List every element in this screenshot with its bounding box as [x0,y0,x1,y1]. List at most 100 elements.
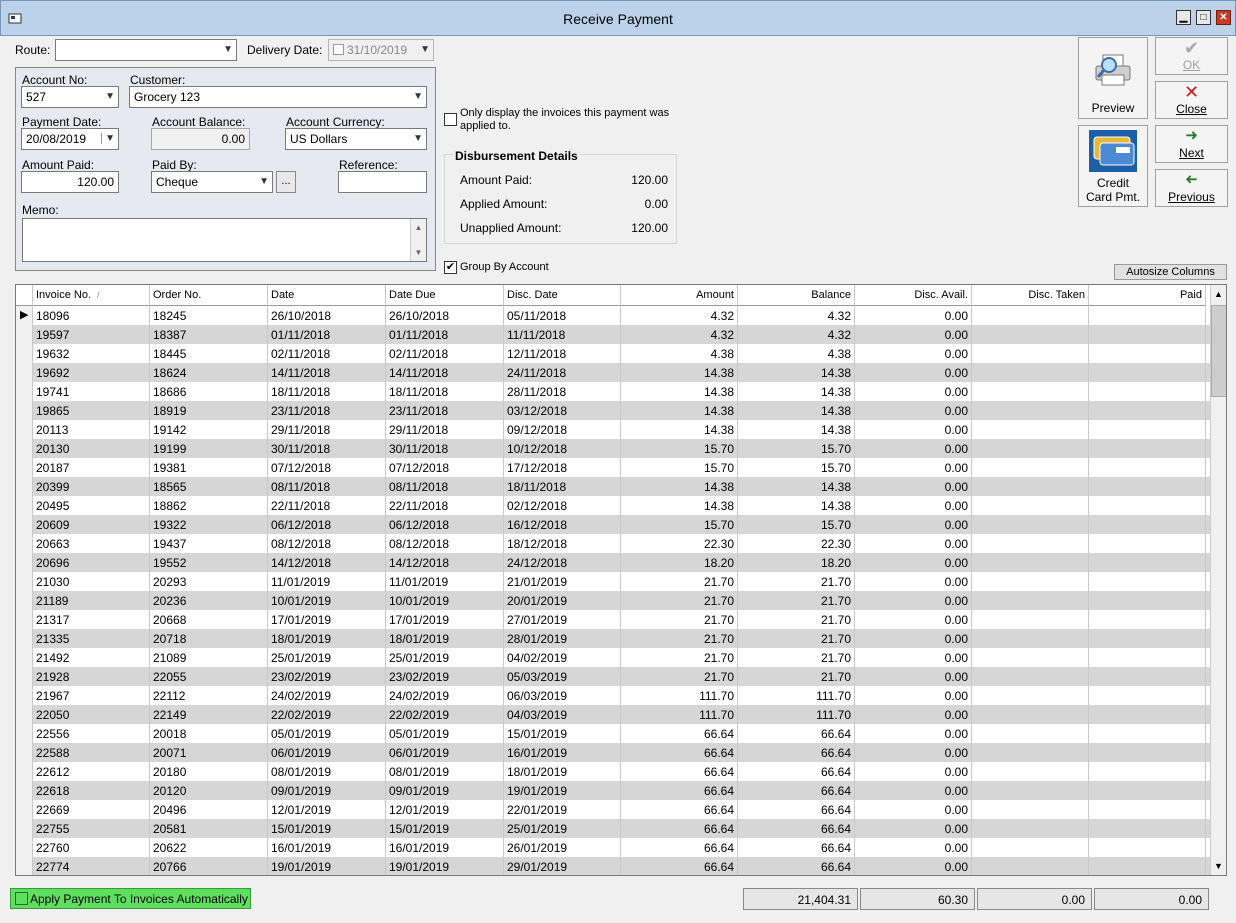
cell-disc-taken[interactable] [972,477,1089,496]
cell-disc-taken[interactable] [972,515,1089,534]
cell-disc-taken[interactable] [972,762,1089,781]
paid-by-browse-button[interactable]: ... [276,171,296,193]
row-selector[interactable] [16,553,33,572]
amount-paid-field[interactable]: 120.00 [21,171,119,193]
scroll-up-icon[interactable]: ▲ [1214,289,1223,299]
next-button[interactable]: ➜ Next [1155,125,1228,163]
row-selector[interactable] [16,724,33,743]
grid-scrollbar[interactable]: ▲ ▼ [1210,285,1226,875]
table-row[interactable]: 19741 18686 18/11/2018 18/11/2018 28/11/2018… [16,382,1210,401]
table-row[interactable]: 20495 18862 22/11/2018 22/11/2018 02/12/2018… [16,496,1210,515]
row-selector[interactable] [16,743,33,762]
cell-paid[interactable] [1089,439,1206,458]
table-row[interactable]: 20609 19322 06/12/2018 06/12/2018 16/12/2018… [16,515,1210,534]
cell-disc-taken[interactable] [972,686,1089,705]
cell-paid[interactable] [1089,553,1206,572]
cell-paid[interactable] [1089,819,1206,838]
cell-paid[interactable] [1089,591,1206,610]
cell-disc-taken[interactable] [972,838,1089,857]
cell-disc-taken[interactable] [972,705,1089,724]
cell-disc-taken[interactable] [972,819,1089,838]
row-selector[interactable] [16,401,33,420]
table-row[interactable]: 20187 19381 07/12/2018 07/12/2018 17/12/2018… [16,458,1210,477]
cell-paid[interactable] [1089,648,1206,667]
cell-disc-taken[interactable] [972,724,1089,743]
row-selector[interactable] [16,667,33,686]
column-header-date-due[interactable]: Date Due [386,285,504,306]
cell-paid[interactable] [1089,477,1206,496]
cell-disc-taken[interactable] [972,363,1089,382]
row-selector[interactable] [16,515,33,534]
row-selector[interactable] [16,496,33,515]
table-row[interactable]: 22588 20071 06/01/2019 06/01/2019 16/01/2019… [16,743,1210,762]
table-row[interactable]: 22050 22149 22/02/2019 22/02/2019 04/03/2019… [16,705,1210,724]
apply-auto-checkbox[interactable] [15,892,28,905]
cell-paid[interactable] [1089,344,1206,363]
cell-paid[interactable] [1089,515,1206,534]
table-row[interactable]: 20113 19142 29/11/2018 29/11/2018 09/12/2018… [16,420,1210,439]
column-header-balance[interactable]: Balance [738,285,855,306]
table-row[interactable]: 19632 18445 02/11/2018 02/11/2018 12/11/2018… [16,344,1210,363]
row-selector[interactable] [16,572,33,591]
cell-disc-taken[interactable] [972,572,1089,591]
table-row[interactable]: 19865 18919 23/11/2018 23/11/2018 03/12/2018… [16,401,1210,420]
cell-paid[interactable] [1089,724,1206,743]
cell-disc-taken[interactable] [972,306,1089,325]
cell-disc-taken[interactable] [972,667,1089,686]
cell-disc-taken[interactable] [972,420,1089,439]
table-row[interactable]: 21492 21089 25/01/2019 25/01/2019 04/02/2019… [16,648,1210,667]
cell-paid[interactable] [1089,420,1206,439]
cell-disc-taken[interactable] [972,344,1089,363]
column-header-paid[interactable]: Paid [1089,285,1206,306]
credit-card-payment-button[interactable]: Credit Card Pmt. [1078,125,1148,207]
cell-disc-taken[interactable] [972,629,1089,648]
cell-paid[interactable] [1089,496,1206,515]
table-row[interactable]: 22760 20622 16/01/2019 16/01/2019 26/01/2019… [16,838,1210,857]
cell-paid[interactable] [1089,629,1206,648]
row-selector[interactable] [16,325,33,344]
table-row[interactable]: 21189 20236 10/01/2019 10/01/2019 20/01/2019… [16,591,1210,610]
cell-disc-taken[interactable] [972,781,1089,800]
row-selector[interactable] [16,344,33,363]
table-row[interactable]: 21928 22055 23/02/2019 23/02/2019 05/03/2019… [16,667,1210,686]
cell-paid[interactable] [1089,743,1206,762]
column-header-disc-taken[interactable]: Disc. Taken [972,285,1089,306]
table-row[interactable]: 22669 20496 12/01/2019 12/01/2019 22/01/2019… [16,800,1210,819]
table-row[interactable]: 20130 19199 30/11/2018 30/11/2018 10/12/2018… [16,439,1210,458]
row-selector[interactable] [16,857,33,875]
cell-paid[interactable] [1089,781,1206,800]
table-row[interactable]: 21967 22112 24/02/2019 24/02/2019 06/03/2019… [16,686,1210,705]
row-selector[interactable] [16,629,33,648]
cell-disc-taken[interactable] [972,325,1089,344]
cell-paid[interactable] [1089,686,1206,705]
minimize-button[interactable]: ▁ [1176,10,1191,25]
table-row[interactable]: 20663 19437 08/12/2018 08/12/2018 18/12/2018… [16,534,1210,553]
column-header-invoice-no[interactable]: Invoice No. / [33,285,150,306]
row-selector[interactable] [16,420,33,439]
table-row[interactable]: 21335 20718 18/01/2019 18/01/2019 28/01/2019… [16,629,1210,648]
cell-paid[interactable] [1089,458,1206,477]
table-row[interactable]: ▶ 18096 18245 26/10/2018 26/10/2018 05/11/201… [16,306,1210,325]
delivery-date-checkbox[interactable] [333,44,344,55]
table-row[interactable]: 21030 20293 11/01/2019 11/01/2019 21/01/2019… [16,572,1210,591]
column-header-amount[interactable]: Amount [621,285,738,306]
cell-paid[interactable] [1089,762,1206,781]
cell-disc-taken[interactable] [972,553,1089,572]
row-selector[interactable] [16,477,33,496]
row-selector[interactable] [16,686,33,705]
account-no-combo[interactable]: 527 ▼ [21,86,119,108]
cell-disc-taken[interactable] [972,743,1089,762]
account-currency-combo[interactable]: US Dollars ▼ [285,128,427,150]
cell-paid[interactable] [1089,705,1206,724]
cell-disc-taken[interactable] [972,458,1089,477]
table-row[interactable]: 19692 18624 14/11/2018 14/11/2018 24/11/2018… [16,363,1210,382]
ok-button[interactable]: ✔ OK [1155,37,1228,75]
row-selector[interactable] [16,781,33,800]
row-selector[interactable] [16,534,33,553]
cell-paid[interactable] [1089,667,1206,686]
row-selector[interactable] [16,705,33,724]
table-row[interactable]: 20696 19552 14/12/2018 14/12/2018 24/12/2018… [16,553,1210,572]
reference-field[interactable] [338,171,427,193]
column-header-disc-avail[interactable]: Disc. Avail. [855,285,972,306]
cell-disc-taken[interactable] [972,610,1089,629]
